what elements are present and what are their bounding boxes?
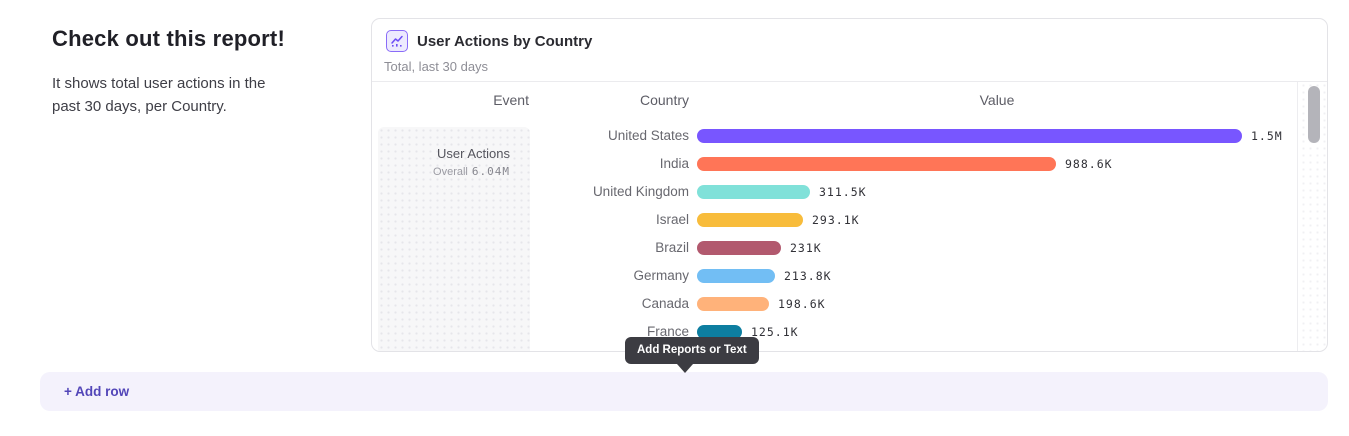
country-label: Israel	[537, 206, 689, 234]
country-label: United Kingdom	[537, 178, 689, 206]
add-row-button[interactable]: + Add row	[40, 372, 1328, 411]
value-label: 198.6K	[778, 290, 826, 318]
value-label: 213.8K	[784, 262, 832, 290]
value-label: 231K	[790, 234, 822, 262]
value-bar[interactable]	[697, 241, 781, 255]
report-card-header: User Actions by Country Total, last 30 d…	[372, 19, 1327, 82]
table-row: United Kingdom 311.5K	[372, 178, 1297, 206]
table-row: Germany 213.8K	[372, 262, 1297, 290]
report-card[interactable]: User Actions by Country Total, last 30 d…	[371, 18, 1328, 352]
value-label: 293.1K	[812, 206, 860, 234]
line-chart-icon	[386, 30, 408, 52]
intro-body: It shows total user actions in the past …	[52, 72, 292, 118]
value-bar[interactable]	[697, 157, 1056, 171]
country-label: India	[537, 150, 689, 178]
value-bar[interactable]	[697, 297, 769, 311]
country-label: Brazil	[537, 234, 689, 262]
value-label: 1.5M	[1251, 122, 1283, 150]
table-row: France 125.1K	[372, 318, 1297, 346]
table-row: India 988.6K	[372, 150, 1297, 178]
report-subtitle: Total, last 30 days	[384, 59, 488, 74]
add-reports-tooltip: Add Reports or Text	[625, 337, 759, 364]
table-row: Canada 198.6K	[372, 290, 1297, 318]
chart-rows: United States 1.5M India 988.6K United K…	[372, 122, 1297, 346]
table-row: Israel 293.1K	[372, 206, 1297, 234]
table-row: United States 1.5M	[372, 122, 1297, 150]
value-bar[interactable]	[697, 185, 810, 199]
country-label: United States	[537, 122, 689, 150]
value-bar[interactable]	[697, 269, 775, 283]
table-row: Brazil 231K	[372, 234, 1297, 262]
country-label: Germany	[537, 262, 689, 290]
chart-right-divider	[1297, 82, 1298, 352]
value-label: 988.6K	[1065, 150, 1113, 178]
country-label: Canada	[537, 290, 689, 318]
add-row-label: + Add row	[64, 372, 129, 411]
column-header-value: Value	[697, 91, 1297, 109]
report-title: User Actions by Country	[417, 33, 592, 50]
value-label: 311.5K	[819, 178, 867, 206]
dashboard-canvas: Check out this report! It shows total us…	[0, 0, 1349, 436]
intro-heading: Check out this report!	[52, 26, 285, 52]
column-header-event: Event	[378, 91, 529, 109]
scrollbar-thumb[interactable]	[1308, 86, 1320, 143]
column-header-country: Country	[537, 91, 689, 109]
value-bar[interactable]	[697, 213, 803, 227]
value-bar[interactable]	[697, 129, 1242, 143]
